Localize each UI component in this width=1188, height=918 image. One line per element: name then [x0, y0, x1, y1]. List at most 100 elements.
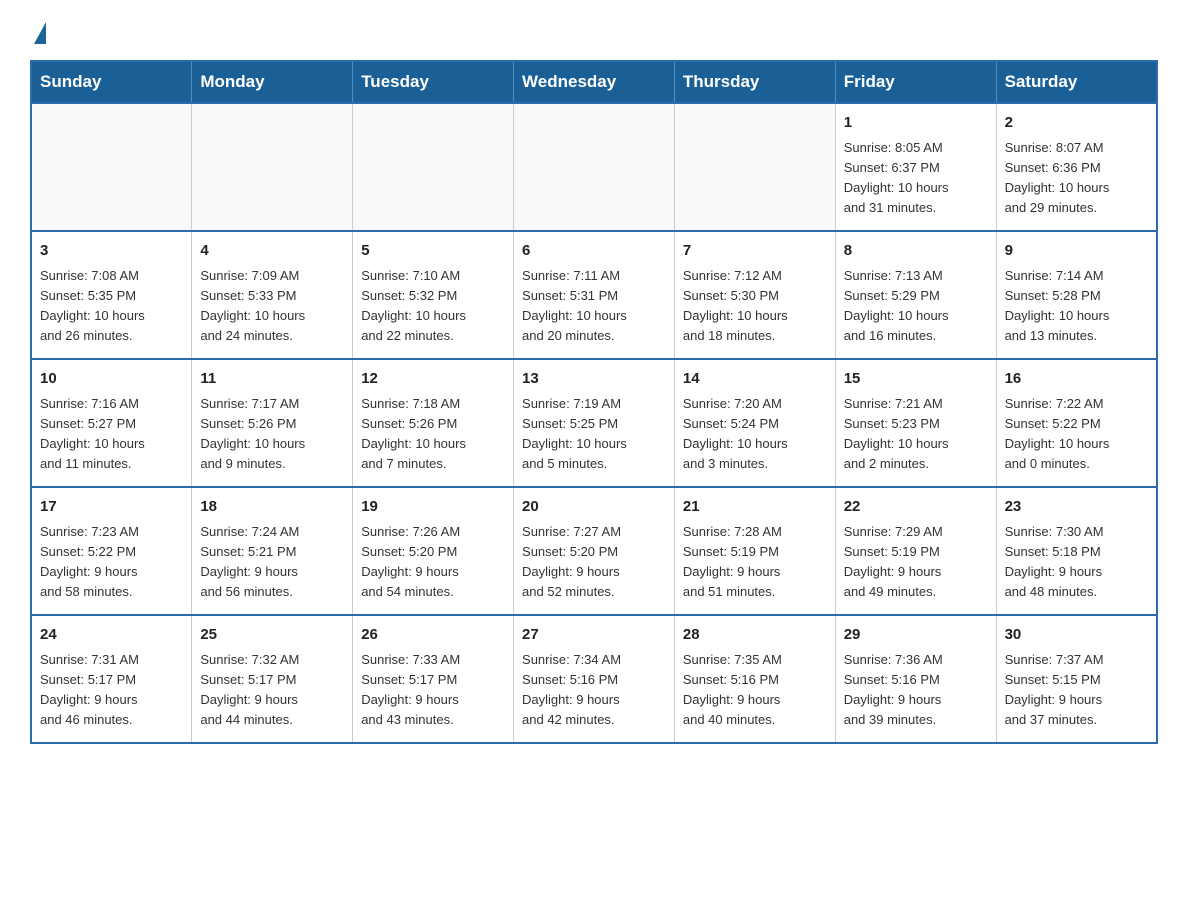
weekday-header-saturday: Saturday — [996, 61, 1157, 103]
calendar-cell: 10 Sunrise: 7:16 AM Sunset: 5:27 PM Dayli… — [31, 359, 192, 487]
day-info: Sunrise: 7:34 AM Sunset: 5:16 PM Dayligh… — [522, 650, 666, 731]
calendar-cell: 24Sunrise: 7:31 AM Sunset: 5:17 PM Dayli… — [31, 615, 192, 743]
calendar-cell: 22 Sunrise: 7:29 AM Sunset: 5:19 PM Dayli… — [835, 487, 996, 615]
day-info: Sunrise: 7:26 AM Sunset: 5:20 PM Dayligh… — [361, 522, 505, 603]
calendar-cell — [674, 103, 835, 231]
weekday-header-friday: Friday — [835, 61, 996, 103]
day-number: 18 — [200, 496, 344, 519]
calendar-cell: 14Sunrise: 7:20 AM Sunset: 5:24 PM Dayli… — [674, 359, 835, 487]
day-info: Sunrise: 8:07 AM Sunset: 6:36 PM Dayligh… — [1005, 138, 1148, 219]
day-info: Sunrise: 7:27 AM Sunset: 5:20 PM Dayligh… — [522, 522, 666, 603]
day-info: Sunrise: 7:35 AM Sunset: 5:16 PM Dayligh… — [683, 650, 827, 731]
day-info: Sunrise: 7:24 AM Sunset: 5:21 PM Dayligh… — [200, 522, 344, 603]
weekday-header-monday: Monday — [192, 61, 353, 103]
day-number: 27 — [522, 624, 666, 647]
day-info: Sunrise: 8:05 AM Sunset: 6:37 PM Dayligh… — [844, 138, 988, 219]
calendar-cell: 25 Sunrise: 7:32 AM Sunset: 5:17 PM Dayli… — [192, 615, 353, 743]
calendar-cell: 3 Sunrise: 7:08 AM Sunset: 5:35 PM Daylig… — [31, 231, 192, 359]
week-row-5: 24Sunrise: 7:31 AM Sunset: 5:17 PM Dayli… — [31, 615, 1157, 743]
day-number: 10 — [40, 368, 183, 391]
day-number: 9 — [1005, 240, 1148, 263]
day-info: Sunrise: 7:23 AM Sunset: 5:22 PM Dayligh… — [40, 522, 183, 603]
day-number: 11 — [200, 368, 344, 391]
weekday-header-sunday: Sunday — [31, 61, 192, 103]
day-number: 5 — [361, 240, 505, 263]
day-number: 28 — [683, 624, 827, 647]
week-row-2: 3 Sunrise: 7:08 AM Sunset: 5:35 PM Daylig… — [31, 231, 1157, 359]
day-number: 21 — [683, 496, 827, 519]
calendar-cell: 29 Sunrise: 7:36 AM Sunset: 5:16 PM Dayli… — [835, 615, 996, 743]
day-number: 25 — [200, 624, 344, 647]
day-info: Sunrise: 7:21 AM Sunset: 5:23 PM Dayligh… — [844, 394, 988, 475]
day-number: 2 — [1005, 112, 1148, 135]
day-info: Sunrise: 7:18 AM Sunset: 5:26 PM Dayligh… — [361, 394, 505, 475]
week-row-4: 17 Sunrise: 7:23 AM Sunset: 5:22 PM Dayli… — [31, 487, 1157, 615]
day-info: Sunrise: 7:12 AM Sunset: 5:30 PM Dayligh… — [683, 266, 827, 347]
day-info: Sunrise: 7:28 AM Sunset: 5:19 PM Dayligh… — [683, 522, 827, 603]
day-info: Sunrise: 7:16 AM Sunset: 5:27 PM Dayligh… — [40, 394, 183, 475]
day-info: Sunrise: 7:30 AM Sunset: 5:18 PM Dayligh… — [1005, 522, 1148, 603]
day-info: Sunrise: 7:22 AM Sunset: 5:22 PM Dayligh… — [1005, 394, 1148, 475]
week-row-3: 10 Sunrise: 7:16 AM Sunset: 5:27 PM Dayli… — [31, 359, 1157, 487]
day-info: Sunrise: 7:13 AM Sunset: 5:29 PM Dayligh… — [844, 266, 988, 347]
calendar-cell: 15 Sunrise: 7:21 AM Sunset: 5:23 PM Dayli… — [835, 359, 996, 487]
logo-triangle-icon — [34, 22, 46, 44]
day-number: 19 — [361, 496, 505, 519]
calendar-cell — [31, 103, 192, 231]
calendar-cell: 7 Sunrise: 7:12 AM Sunset: 5:30 PM Daylig… — [674, 231, 835, 359]
day-number: 15 — [844, 368, 988, 391]
day-info: Sunrise: 7:19 AM Sunset: 5:25 PM Dayligh… — [522, 394, 666, 475]
calendar-cell: 27 Sunrise: 7:34 AM Sunset: 5:16 PM Dayli… — [514, 615, 675, 743]
calendar-cell: 16 Sunrise: 7:22 AM Sunset: 5:22 PM Dayli… — [996, 359, 1157, 487]
weekday-header-row: SundayMondayTuesdayWednesdayThursdayFrid… — [31, 61, 1157, 103]
day-info: Sunrise: 7:17 AM Sunset: 5:26 PM Dayligh… — [200, 394, 344, 475]
day-number: 16 — [1005, 368, 1148, 391]
calendar-cell — [192, 103, 353, 231]
calendar-cell: 12 Sunrise: 7:18 AM Sunset: 5:26 PM Dayli… — [353, 359, 514, 487]
day-number: 14 — [683, 368, 827, 391]
day-info: Sunrise: 7:32 AM Sunset: 5:17 PM Dayligh… — [200, 650, 344, 731]
weekday-header-tuesday: Tuesday — [353, 61, 514, 103]
page-header — [30, 20, 1158, 44]
calendar-cell: 23 Sunrise: 7:30 AM Sunset: 5:18 PM Dayli… — [996, 487, 1157, 615]
calendar-cell: 8 Sunrise: 7:13 AM Sunset: 5:29 PM Daylig… — [835, 231, 996, 359]
calendar-cell: 1Sunrise: 8:05 AM Sunset: 6:37 PM Daylig… — [835, 103, 996, 231]
day-number: 26 — [361, 624, 505, 647]
calendar-cell: 2 Sunrise: 8:07 AM Sunset: 6:36 PM Daylig… — [996, 103, 1157, 231]
calendar-cell: 11 Sunrise: 7:17 AM Sunset: 5:26 PM Dayli… — [192, 359, 353, 487]
calendar-cell: 19 Sunrise: 7:26 AM Sunset: 5:20 PM Dayli… — [353, 487, 514, 615]
calendar-cell: 18 Sunrise: 7:24 AM Sunset: 5:21 PM Dayli… — [192, 487, 353, 615]
day-number: 22 — [844, 496, 988, 519]
week-row-1: 1Sunrise: 8:05 AM Sunset: 6:37 PM Daylig… — [31, 103, 1157, 231]
calendar-cell: 20 Sunrise: 7:27 AM Sunset: 5:20 PM Dayli… — [514, 487, 675, 615]
calendar-cell: 5 Sunrise: 7:10 AM Sunset: 5:32 PM Daylig… — [353, 231, 514, 359]
day-info: Sunrise: 7:36 AM Sunset: 5:16 PM Dayligh… — [844, 650, 988, 731]
day-info: Sunrise: 7:29 AM Sunset: 5:19 PM Dayligh… — [844, 522, 988, 603]
calendar-cell: 30Sunrise: 7:37 AM Sunset: 5:15 PM Dayli… — [996, 615, 1157, 743]
day-number: 12 — [361, 368, 505, 391]
calendar-cell: 21 Sunrise: 7:28 AM Sunset: 5:19 PM Dayli… — [674, 487, 835, 615]
day-info: Sunrise: 7:11 AM Sunset: 5:31 PM Dayligh… — [522, 266, 666, 347]
day-number: 29 — [844, 624, 988, 647]
day-number: 3 — [40, 240, 183, 263]
calendar-cell: 28 Sunrise: 7:35 AM Sunset: 5:16 PM Dayli… — [674, 615, 835, 743]
logo — [30, 20, 46, 44]
day-number: 20 — [522, 496, 666, 519]
day-number: 13 — [522, 368, 666, 391]
calendar-cell: 26 Sunrise: 7:33 AM Sunset: 5:17 PM Dayli… — [353, 615, 514, 743]
day-info: Sunrise: 7:33 AM Sunset: 5:17 PM Dayligh… — [361, 650, 505, 731]
day-info: Sunrise: 7:10 AM Sunset: 5:32 PM Dayligh… — [361, 266, 505, 347]
day-number: 17 — [40, 496, 183, 519]
calendar-cell: 9 Sunrise: 7:14 AM Sunset: 5:28 PM Daylig… — [996, 231, 1157, 359]
day-number: 7 — [683, 240, 827, 263]
weekday-header-wednesday: Wednesday — [514, 61, 675, 103]
day-number: 23 — [1005, 496, 1148, 519]
day-number: 6 — [522, 240, 666, 263]
calendar-cell — [514, 103, 675, 231]
day-number: 8 — [844, 240, 988, 263]
calendar-cell: 6 Sunrise: 7:11 AM Sunset: 5:31 PM Daylig… — [514, 231, 675, 359]
day-info: Sunrise: 7:08 AM Sunset: 5:35 PM Dayligh… — [40, 266, 183, 347]
calendar-cell: 4Sunrise: 7:09 AM Sunset: 5:33 PM Daylig… — [192, 231, 353, 359]
day-info: Sunrise: 7:14 AM Sunset: 5:28 PM Dayligh… — [1005, 266, 1148, 347]
day-info: Sunrise: 7:09 AM Sunset: 5:33 PM Dayligh… — [200, 266, 344, 347]
